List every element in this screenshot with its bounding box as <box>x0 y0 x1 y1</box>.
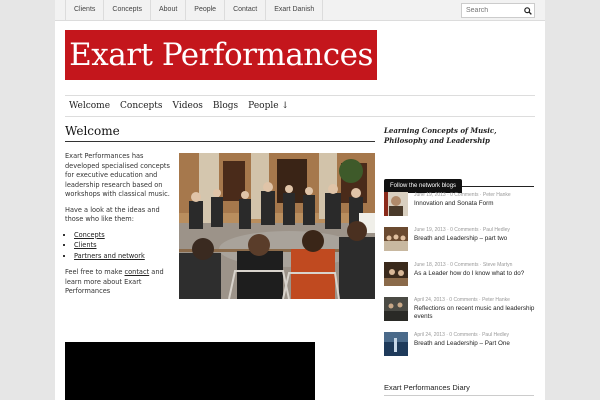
list-item[interactable]: April 24, 2013 · 0 Comments · Paul Hedle… <box>384 332 534 360</box>
mainnav-blogs[interactable]: Blogs <box>208 96 243 116</box>
post-title-link[interactable]: Breath and Leadership – Part One <box>414 340 536 348</box>
site-logo[interactable]: Exart Performances <box>65 30 377 80</box>
post-meta: April 24, 2013 · 0 Comments · Paul Hedle… <box>414 332 510 338</box>
post-meta: June 19, 2013 · 0 Comments · Paul Hedley <box>414 227 510 233</box>
list-item[interactable]: April 24, 2013 · 0 Comments · Peter Hank… <box>384 297 534 325</box>
list-item[interactable]: June 19, 2013 · 0 Comments · Peter Hanke… <box>384 192 534 220</box>
post-thumbnail[interactable] <box>384 192 408 216</box>
outro-prefix: Feel free to make <box>65 268 125 276</box>
list-item[interactable]: June 19, 2013 · 0 Comments · Paul Hedley… <box>384 227 534 255</box>
search-input[interactable] <box>462 7 522 14</box>
list-item: Concepts <box>74 231 173 241</box>
post-meta: April 24, 2013 · 0 Comments · Peter Hank… <box>414 297 510 303</box>
diary-heading: Exart Performances Diary <box>384 383 470 392</box>
page-title: Welcome <box>65 124 120 138</box>
topnav-exart-danish[interactable]: Exart Danish <box>266 0 324 20</box>
mainnav-welcome[interactable]: Welcome <box>65 96 115 116</box>
post-thumbnail[interactable] <box>384 297 408 321</box>
title-divider <box>65 141 375 142</box>
post-title-link[interactable]: Innovation and Sonata Form <box>414 200 536 208</box>
topnav-contact[interactable]: Contact <box>225 0 267 20</box>
post-title-link[interactable]: Breath and Leadership – part two <box>414 235 536 243</box>
clients-link[interactable]: Clients <box>74 241 97 249</box>
page: Clients Concepts About People Contact Ex… <box>55 0 545 400</box>
main-nav: Welcome Concepts Videos Blogs People ↓ <box>65 95 535 117</box>
intro-paragraph: Exart Performances has developed special… <box>65 152 170 198</box>
topnav-people[interactable]: People <box>186 0 226 20</box>
topnav-clients[interactable]: Clients <box>65 0 105 20</box>
contact-link[interactable]: contact <box>125 268 150 276</box>
outro-paragraph: Feel free to make contact and learn more… <box>65 268 173 297</box>
intro-text: Exart Performances has developed special… <box>65 152 173 303</box>
mainnav-concepts[interactable]: Concepts <box>115 96 167 116</box>
post-thumbnail[interactable] <box>384 227 408 251</box>
topnav-concepts[interactable]: Concepts <box>104 0 151 20</box>
top-bar: Clients Concepts About People Contact Ex… <box>55 0 545 21</box>
list-item[interactable]: June 18, 2013 · 0 Comments · Steve Marty… <box>384 262 534 290</box>
tab-follow-network-blogs[interactable]: Follow the network blogs <box>384 179 463 193</box>
sidebar-tagline: Learning Concepts of Music, Philosophy a… <box>384 126 497 145</box>
top-nav: Clients Concepts About People Contact Ex… <box>65 0 324 20</box>
intro-paragraph-2: Have a look at the ideas and those who l… <box>65 205 160 224</box>
post-title-link[interactable]: As a Leader how do I know what to do? <box>414 270 536 278</box>
diary-divider <box>384 395 534 396</box>
search-icon[interactable] <box>522 5 533 16</box>
search-box <box>461 3 535 18</box>
concepts-link[interactable]: Concepts <box>74 231 105 239</box>
list-item: Partners and network <box>74 252 173 262</box>
partners-link[interactable]: Partners and network <box>74 252 145 260</box>
workshop-photo <box>179 153 375 299</box>
post-thumbnail[interactable] <box>384 332 408 356</box>
topnav-about[interactable]: About <box>151 0 187 20</box>
post-meta: June 18, 2013 · 0 Comments · Steve Marty… <box>414 262 513 268</box>
list-item: Clients <box>74 241 173 251</box>
post-title-link[interactable]: Reflections on recent music and leadersh… <box>414 305 536 321</box>
post-thumbnail[interactable] <box>384 262 408 286</box>
logo-text: Exart Performances <box>69 37 373 73</box>
video-player[interactable] <box>65 342 315 400</box>
sidebar-tab-bar: Follow the network blogs <box>384 172 534 193</box>
post-meta: June 19, 2013 · 0 Comments · Peter Hanke <box>414 192 511 198</box>
intro-link-list: Concepts Clients Partners and network <box>65 231 173 262</box>
mainnav-videos[interactable]: Videos <box>168 96 208 116</box>
mainnav-people[interactable]: People ↓ <box>243 96 294 116</box>
